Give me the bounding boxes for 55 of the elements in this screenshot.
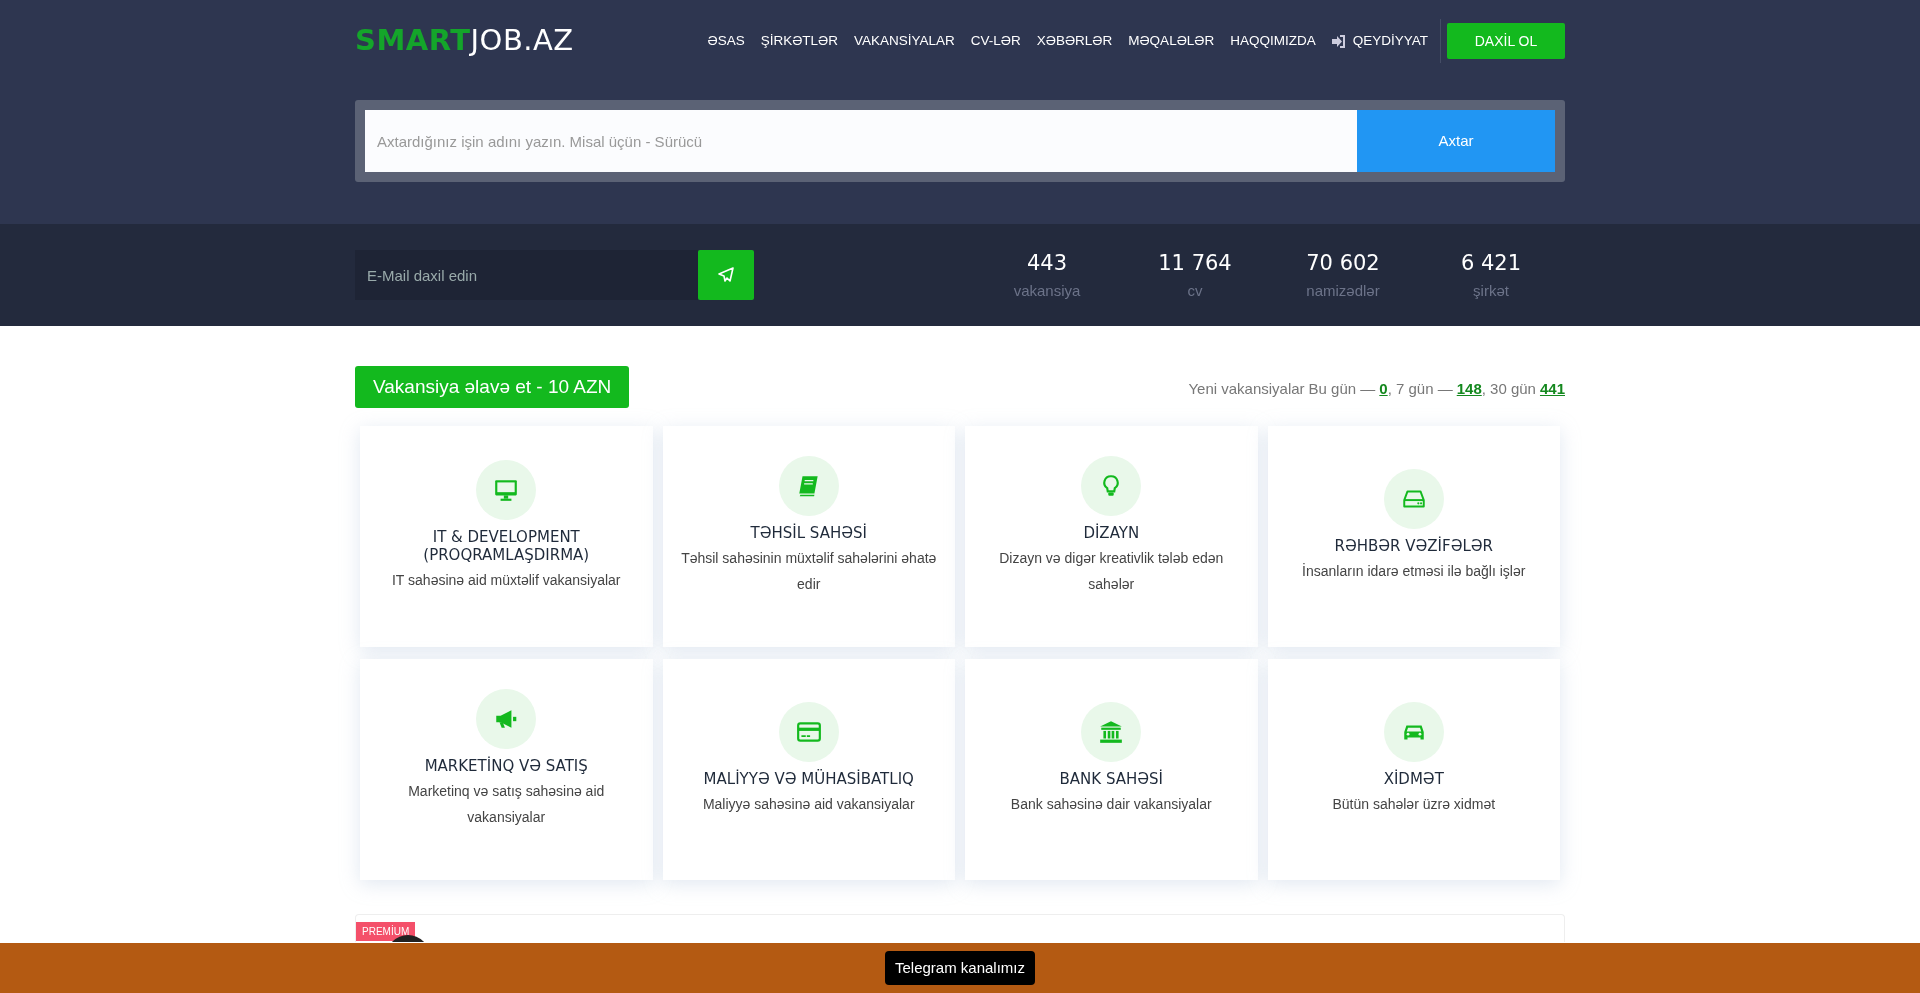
category-description: İnsanların idarə etməsi ilə bağlı işlər [1302, 561, 1526, 581]
category-title: MARKETİNQ VƏ SATIŞ [424, 757, 588, 776]
nav-link[interactable]: ƏSAS [699, 30, 753, 52]
count-link[interactable]: 441 [1539, 378, 1565, 401]
category-title: XİDMƏT [1383, 769, 1444, 788]
category-card[interactable]: IT & DEVELOPMENT (PROQRAMLAŞDIRMA) IT sahəsinə aid müxtəlif vakansiyalar [360, 426, 653, 647]
stat-value: 11 764 [1157, 250, 1233, 277]
telegram-button[interactable]: Telegram kanalımız [884, 950, 1036, 986]
category-card[interactable]: TƏHSİL SAHƏSİ Təhsil sahəsinin müxtəlif sahələrini əhatə edir [662, 426, 955, 647]
period-label: , 7 gün — [1387, 379, 1453, 399]
stat-value: 6 421 [1459, 250, 1523, 277]
nav-link[interactable]: HAQQIMIZDA [1222, 30, 1324, 52]
category-card[interactable]: BANK SAHƏSİ Bank sahəsinə dair vakansiyalar [965, 659, 1258, 880]
nav-link[interactable]: QEYDİYYAT [1323, 30, 1436, 52]
count-link[interactable]: 0 [1379, 378, 1388, 401]
email-field[interactable]: E-Mail daxil edin [355, 250, 698, 300]
category-description: Dizayn və digər kreativlik tələb edən sahələr [998, 549, 1225, 594]
send-button[interactable] [698, 250, 754, 300]
category-description: Bank sahəsinə dair vakansiyalar [1010, 794, 1212, 814]
category-title: MALİYYƏ VƏ MÜHASİBATLIQ [703, 769, 914, 788]
search-field[interactable]: Axtardığınız işin adını yazın. Misal üçün - Sürücü [365, 110, 1357, 172]
nav-link[interactable]: ŞİRKƏTLƏR [752, 30, 846, 52]
bank-icon [1098, 718, 1125, 745]
stat-value: 443 [1025, 250, 1069, 277]
category-title: BANK SAHƏSİ [1059, 769, 1163, 788]
period-label: Bu gün — [1308, 379, 1376, 399]
category-title: RƏHBƏR VƏZİFƏLƏR [1334, 536, 1494, 555]
category-card[interactable]: DİZAYN Dizayn və digər kreativlik tələb edən sahələr [965, 426, 1258, 647]
category-card[interactable]: MALİYYƏ VƏ MÜHASİBATLIQ Maliyyə sahəsinə aid vakansiyalar [662, 659, 955, 880]
category-description: Təhsil sahəsinin müxtəlif sahələrini əhatə edir [680, 549, 938, 594]
nav-link[interactable]: XƏBƏRLƏR [1028, 30, 1121, 52]
stat-value: 70 602 [1305, 250, 1381, 277]
category-description: Bütün sahələr üzrə xidmət [1332, 794, 1496, 814]
count-link[interactable]: 148 [1456, 378, 1482, 401]
category-card[interactable]: XİDMƏT Bütün sahələr üzrə xidmət [1267, 659, 1560, 880]
category-title: TƏHSİL SAHƏSİ [750, 524, 867, 543]
stat-label: namizədlər [1305, 280, 1381, 301]
nav-link[interactable]: MƏQALƏLƏR [1120, 30, 1223, 52]
stat-label: şirkət [1472, 280, 1510, 301]
category-description: Maliyyə sahəsinə aid vakansiyalar [702, 794, 915, 814]
new-vacancies-label: Yeni vakansiyalar [1188, 379, 1305, 399]
category-title: DİZAYN [1083, 524, 1140, 543]
category-description: IT sahəsinə aid müxtəlif vakansiyalar [392, 570, 621, 590]
stat-label: vakansiya [1012, 280, 1082, 301]
period-label: , 30 gün [1481, 379, 1536, 399]
nav-link[interactable]: CV-LƏR [962, 30, 1029, 52]
category-title: IT & DEVELOPMENT (PROQRAMLAŞDIRMA) [422, 527, 591, 564]
stat-label: cv [1186, 280, 1204, 301]
nav-link[interactable]: VAKANSİYALAR [846, 30, 963, 52]
category-description: Marketinq və satış sahəsinə aid vakansiyalar [407, 782, 606, 827]
category-card[interactable]: MARKETİNQ VƏ SATIŞ Marketinq və satış sahəsinə aid vakansiyalar [360, 659, 653, 880]
category-card[interactable]: RƏHBƏR VƏZİFƏLƏR İnsanların idarə etməsi ilə bağlı işlər [1267, 426, 1560, 647]
sign-in-icon [1331, 34, 1346, 48]
logo[interactable]: SMARTJOB.AZ [355, 19, 574, 63]
send-icon [718, 267, 734, 283]
